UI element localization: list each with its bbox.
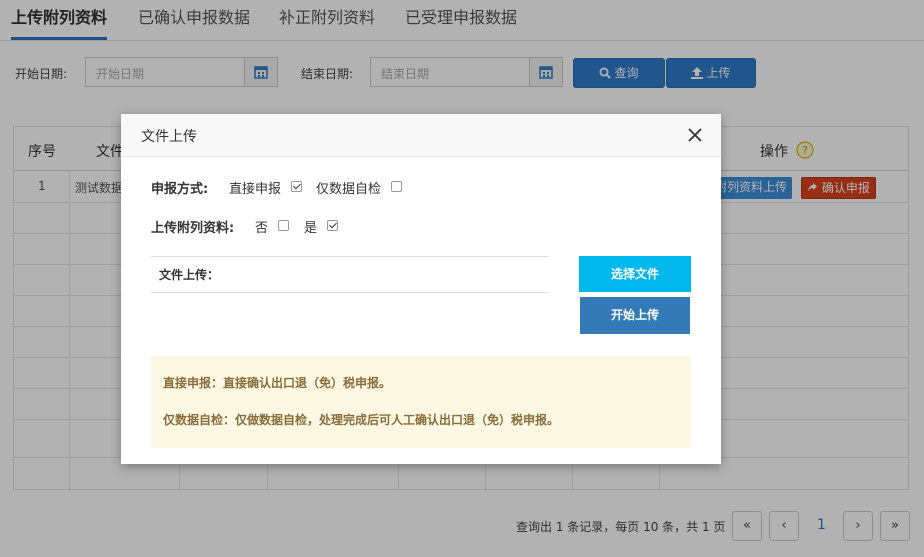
file-upload-dialog: 文件上传 申报方式: 直接申报 仅数据自检 上传附列资料: 否 是 文件上传： … (121, 114, 721, 464)
choose-file-button[interactable]: 选择文件 (579, 256, 691, 292)
file-upload-label: 文件上传： (159, 268, 220, 282)
info-notice: 直接申报：直接确认出口退（免）税申报。 仅数据自检：仅做数据自检，处理完成后可人… (151, 356, 691, 448)
file-upload-area[interactable]: 文件上传： (151, 256, 548, 293)
report-mode-label: 申报方式: (151, 182, 209, 197)
dialog-header: 文件上传 (121, 114, 721, 157)
attach-no-label[interactable]: 否 (255, 217, 268, 236)
direct-report-label[interactable]: 直接申报 (229, 178, 281, 197)
attach-yes-checkbox[interactable] (327, 220, 338, 231)
notice-direct-report: 直接申报：直接确认出口退（免）税申报。 (163, 376, 392, 390)
attach-no-checkbox[interactable] (278, 220, 289, 231)
attach-upload-label: 上传附列资料: (151, 221, 235, 236)
notice-self-check: 仅数据自检：仅做数据自检，处理完成后可人工确认出口退（免）税申报。 (163, 413, 560, 427)
direct-report-checkbox[interactable] (291, 181, 302, 192)
dialog-title: 文件上传 (141, 129, 197, 145)
self-check-only-checkbox[interactable] (391, 181, 402, 192)
self-check-only-label[interactable]: 仅数据自检 (316, 178, 381, 197)
attach-yes-label[interactable]: 是 (304, 217, 317, 236)
close-icon[interactable] (688, 128, 702, 142)
start-upload-button[interactable]: 开始上传 (580, 297, 690, 334)
